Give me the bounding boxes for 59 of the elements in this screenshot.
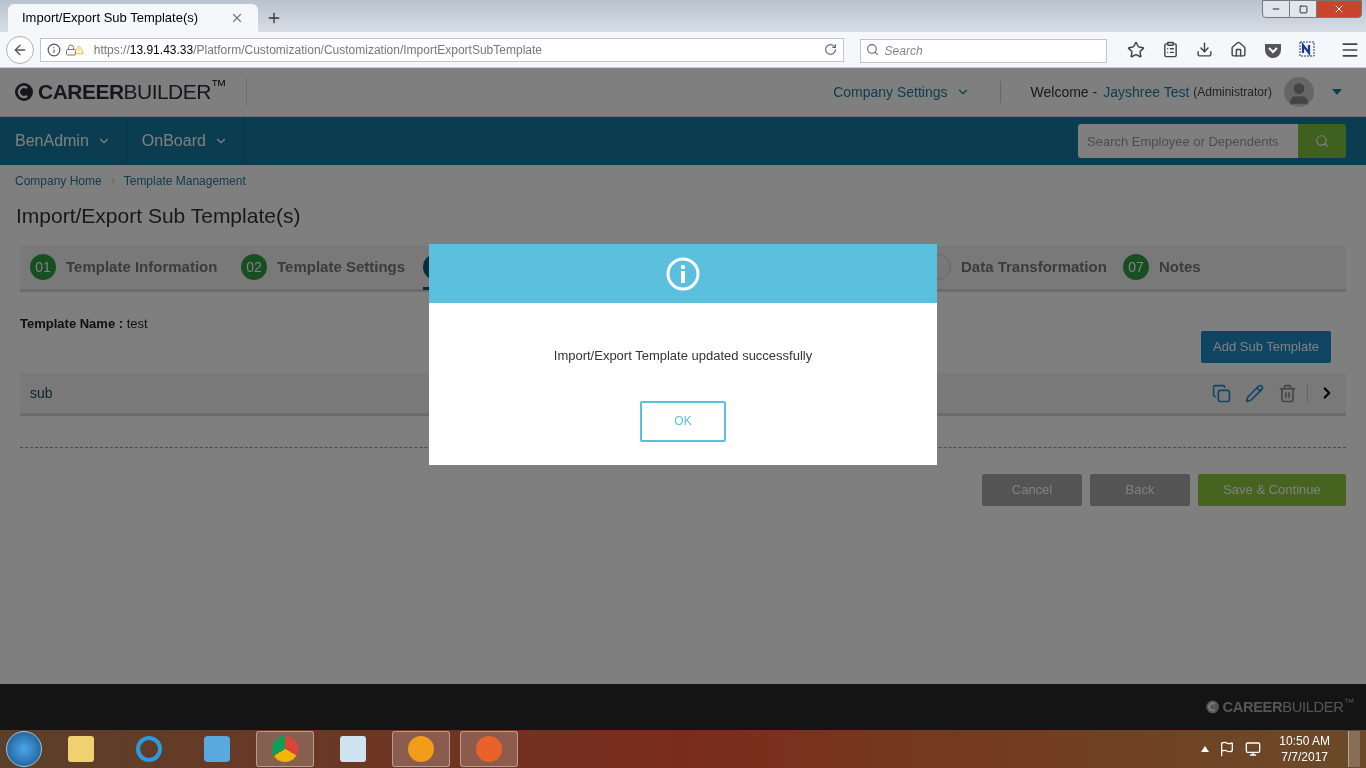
home-icon[interactable]: [1230, 41, 1247, 58]
maximize-icon: [1298, 4, 1308, 14]
user-name-link[interactable]: Jayshree Test: [1103, 81, 1190, 103]
footer-logo: CAREERBUILDER$^{™}$: [1222, 695, 1354, 717]
caret-icon[interactable]: [1332, 89, 1342, 95]
close-icon[interactable]: [230, 11, 244, 25]
lock-warning-icon[interactable]: [64, 43, 84, 56]
browser-tab[interactable]: Import/Export Sub Template(s): [8, 4, 258, 32]
minimize-button[interactable]: [1262, 0, 1290, 18]
show-hidden-icons-icon[interactable]: [1201, 746, 1210, 752]
bookmark-star-icon[interactable]: [1127, 40, 1145, 59]
step-tab[interactable]: 02 Template Settings: [241, 245, 423, 289]
network-icon[interactable]: [1245, 741, 1262, 757]
search-field[interactable]: Search: [859, 38, 1107, 63]
careerbuilder-logo: CAREERBUILDER$^{™}$: [38, 76, 227, 106]
sub-template-name: sub: [30, 383, 53, 403]
nav-menu-item[interactable]: OnBoard: [126, 117, 244, 165]
company-settings-menu[interactable]: Company Settings: [833, 81, 970, 103]
start-button[interactable]: [6, 731, 42, 767]
breadcrumb-link[interactable]: Template Management: [123, 172, 246, 190]
step-number-badge: 07: [1123, 254, 1149, 280]
pocket-icon[interactable]: [1264, 41, 1282, 58]
user-role: (Administrator): [1193, 84, 1272, 101]
ok-button[interactable]: OK: [640, 400, 726, 442]
step-number-badge: 01: [30, 254, 56, 280]
add-sub-template-button[interactable]: Add Sub Template: [1201, 331, 1331, 363]
step-tab[interactable]: 07 Notes: [1123, 245, 1323, 289]
back-button[interactable]: [6, 35, 34, 64]
avatar-icon[interactable]: [1284, 77, 1314, 107]
info-icon: [666, 256, 700, 291]
breadcrumb-link[interactable]: Company Home: [15, 172, 102, 190]
action-button[interactable]: Save & Continue: [1198, 474, 1346, 506]
url-field[interactable]: https://13.91.43.33/Platform/Customization/Customization/ImportExportSubTemplate: [39, 37, 844, 62]
clock[interactable]: 10:50 AM 7/7/2017: [1271, 733, 1338, 765]
new-tab-icon[interactable]: [266, 10, 282, 26]
delete-icon[interactable]: [1278, 383, 1297, 403]
url-text: https://13.91.43.33/Platform/Customization/Customization/ImportExportSubTemplate: [93, 41, 542, 59]
taskbar-app-icon[interactable]: [256, 731, 314, 767]
edit-icon[interactable]: [1245, 383, 1264, 403]
action-center-flag-icon[interactable]: [1219, 741, 1236, 757]
info-icon[interactable]: [46, 42, 61, 57]
reload-icon[interactable]: [823, 43, 837, 56]
extension-icon[interactable]: [1299, 40, 1317, 59]
step-tab[interactable]: 01 Template Information: [30, 245, 241, 289]
search-icon: [1315, 134, 1329, 148]
nav-menu-item[interactable]: BenAdmin: [0, 117, 127, 165]
template-name-text: Template Name : test: [20, 314, 149, 333]
download-icon[interactable]: [1196, 41, 1213, 58]
logo-mark-icon: [14, 82, 34, 102]
close-icon: [1333, 3, 1345, 15]
page-title: Import/Export Sub Template(s): [16, 203, 302, 229]
reading-list-icon[interactable]: [1162, 41, 1179, 58]
maximize-button[interactable]: [1290, 0, 1316, 18]
step-number-badge: 02: [241, 254, 267, 280]
logo-mark-icon: [1205, 700, 1220, 714]
welcome-label: Welcome -: [1030, 82, 1098, 102]
copy-icon[interactable]: [1212, 383, 1231, 403]
search-icon: [865, 42, 879, 56]
dialog-message: Import/Export Template updated successfully: [552, 347, 814, 365]
